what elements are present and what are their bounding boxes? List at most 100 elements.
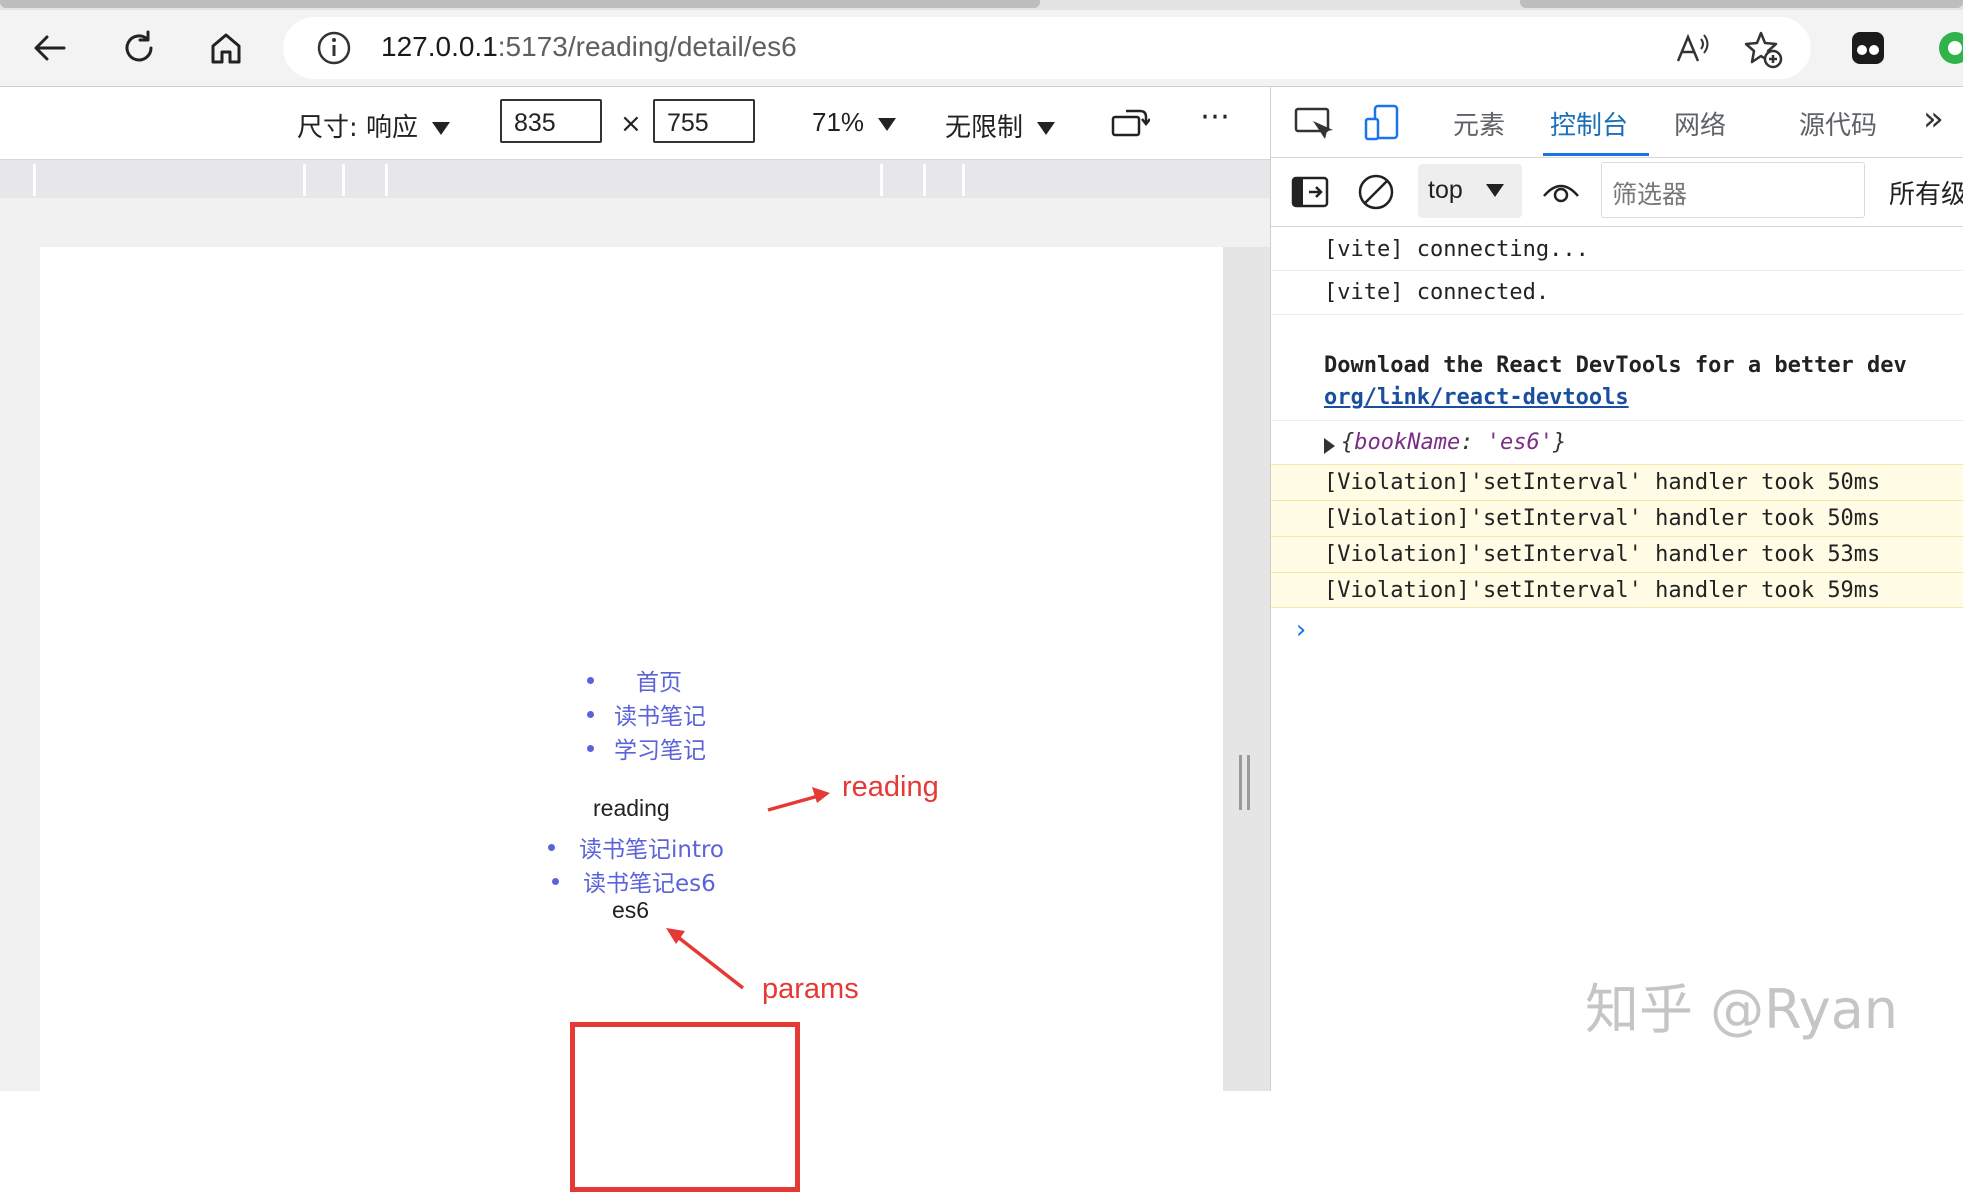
- object-brace-close: }: [1552, 430, 1567, 455]
- refresh-button[interactable]: [113, 22, 165, 74]
- browser-tab[interactable]: [1520, 0, 1963, 8]
- object-key: bookName: [1354, 430, 1461, 455]
- extension-icon[interactable]: [1848, 28, 1888, 68]
- console-separator: [1271, 420, 1963, 421]
- console-message: [vite] connecting...: [1324, 237, 1589, 262]
- object-brace-open: {: [1341, 430, 1355, 455]
- list-bullet: [587, 745, 594, 752]
- console-violation: [Violation]'setInterval' handler took 53…: [1271, 536, 1963, 572]
- arrow-to-reading-annotation: [767, 793, 823, 812]
- zoom-value: 71%: [812, 107, 865, 137]
- react-devtools-link[interactable]: org/link/react-devtools: [1324, 385, 1629, 410]
- sub-link-intro[interactable]: 读书笔记intro: [579, 830, 724, 864]
- back-arrow-icon: [34, 35, 66, 61]
- list-bullet: [587, 711, 594, 718]
- nav-link-study[interactable]: 学习笔记: [614, 731, 706, 765]
- ruler-segment[interactable]: [880, 164, 923, 196]
- console-violation: [Violation]'setInterval' handler took 50…: [1271, 464, 1963, 500]
- reading-title: reading: [593, 795, 670, 821]
- ruler-segment[interactable]: [923, 164, 962, 196]
- ruler-segment[interactable]: [33, 164, 306, 196]
- throttle-value: 无限制: [945, 113, 1024, 143]
- dimensions-dropdown[interactable]: 尺寸: 响应: [297, 107, 451, 144]
- inspect-element-icon[interactable]: [1293, 103, 1333, 143]
- dimension-separator: ×: [620, 109, 642, 139]
- annotation-params: params: [762, 973, 859, 1005]
- info-icon[interactable]: [315, 29, 353, 67]
- media-query-ruler: [0, 160, 1270, 198]
- console-violation: [Violation]'setInterval' handler took 59…: [1271, 572, 1963, 608]
- browser-tab[interactable]: [0, 0, 1040, 8]
- more-tabs-icon[interactable]: »: [1923, 99, 1944, 139]
- zoom-dropdown[interactable]: 71%: [812, 107, 897, 138]
- console-prompt[interactable]: ›: [1271, 612, 1963, 648]
- object-value: 'es6': [1486, 430, 1553, 455]
- url-path: :5173/reading/detail/es6: [497, 31, 797, 62]
- nav-link-reading[interactable]: 读书笔记: [614, 697, 706, 731]
- annotation-arrows: [666, 787, 830, 990]
- refresh-icon: [125, 30, 153, 62]
- back-button[interactable]: [24, 22, 76, 74]
- annotation-reading: reading: [842, 771, 939, 803]
- console-toolbar: top 筛选器 所有级: [1271, 158, 1963, 227]
- highlight-box: [570, 1022, 800, 1192]
- list-bullet: [587, 677, 594, 684]
- viewport-resize-gutter: [1223, 247, 1270, 1091]
- tab-sources[interactable]: 源代码: [1799, 105, 1877, 142]
- active-tab-indicator: [1543, 153, 1649, 156]
- sub-link-es6[interactable]: 读书笔记es6: [583, 864, 716, 898]
- console-message-react-link: org/link/react-devtools: [1271, 381, 1963, 415]
- tab-strip: [0, 0, 1963, 10]
- address-bar[interactable]: 127.0.0.1:5173/reading/detail/es6: [283, 17, 1811, 79]
- tab-network[interactable]: 网络: [1674, 105, 1726, 142]
- console-message-react: Download the React DevTools for a better…: [1324, 353, 1907, 378]
- read-aloud-icon[interactable]: [1673, 29, 1713, 69]
- object-colon: :: [1460, 430, 1487, 455]
- filter-placeholder: 筛选器: [1612, 180, 1688, 209]
- rotate-icon[interactable]: [1110, 105, 1150, 141]
- nav-link-home[interactable]: 首页: [636, 663, 682, 697]
- url-text[interactable]: 127.0.0.1:5173/reading/detail/es6: [381, 31, 797, 63]
- favorite-add-icon[interactable]: [1743, 29, 1783, 69]
- console-object[interactable]: {bookName: 'es6'}: [1271, 425, 1963, 461]
- extension-icon[interactable]: [1935, 28, 1963, 68]
- watermark: 知乎 @Ryan: [1585, 978, 1899, 1041]
- home-button[interactable]: [200, 22, 252, 74]
- ruler-segment[interactable]: [385, 164, 880, 196]
- throttle-dropdown[interactable]: 无限制: [945, 107, 1056, 144]
- resize-handle[interactable]: [1239, 755, 1250, 810]
- ruler-segment[interactable]: [342, 164, 385, 196]
- dropdown-triangle-icon: [1486, 184, 1504, 197]
- clear-console-icon[interactable]: [1356, 172, 1396, 212]
- console-separator: [1271, 314, 1963, 315]
- width-input[interactable]: 835: [500, 99, 602, 143]
- expand-triangle-icon[interactable]: [1324, 438, 1335, 454]
- param-value: es6: [612, 897, 650, 923]
- context-value: top: [1428, 176, 1463, 204]
- height-input[interactable]: 755: [653, 99, 755, 143]
- console-violation: [Violation]'setInterval' handler took 50…: [1271, 500, 1963, 536]
- device-toolbar: 尺寸: 响应 835 × 755 71% 无限制 ⋯: [0, 87, 1270, 160]
- dropdown-triangle-icon: [878, 117, 897, 131]
- tab-elements[interactable]: 元素: [1453, 105, 1505, 142]
- sidebar-toggle-icon[interactable]: [1291, 174, 1329, 210]
- arrowhead: [666, 928, 685, 944]
- ruler-segment[interactable]: [962, 164, 1233, 196]
- device-toggle-icon[interactable]: [1363, 103, 1403, 143]
- more-icon[interactable]: ⋯: [1200, 99, 1232, 134]
- arrowhead: [812, 787, 830, 803]
- list-bullet: [548, 844, 555, 851]
- tab-console[interactable]: 控制台: [1550, 105, 1628, 142]
- devtools-panel: 元素 控制台 网络 源代码 » top 筛选器 所有级 [vite] conne…: [1270, 87, 1963, 1091]
- url-host: 127.0.0.1: [381, 31, 498, 62]
- console-filter-input[interactable]: 筛选器: [1601, 162, 1865, 218]
- ruler-segment[interactable]: [303, 164, 342, 196]
- browser-navbar: 127.0.0.1:5173/reading/detail/es6: [0, 10, 1963, 87]
- live-expression-eye-icon[interactable]: [1541, 176, 1581, 208]
- list-bullet: [552, 878, 559, 885]
- devtools-tabbar: 元素 控制台 网络 源代码 »: [1271, 87, 1963, 158]
- log-levels-dropdown[interactable]: 所有级: [1889, 174, 1963, 211]
- context-selector[interactable]: top: [1418, 164, 1522, 218]
- console-separator: [1271, 270, 1963, 271]
- home-icon: [211, 33, 241, 64]
